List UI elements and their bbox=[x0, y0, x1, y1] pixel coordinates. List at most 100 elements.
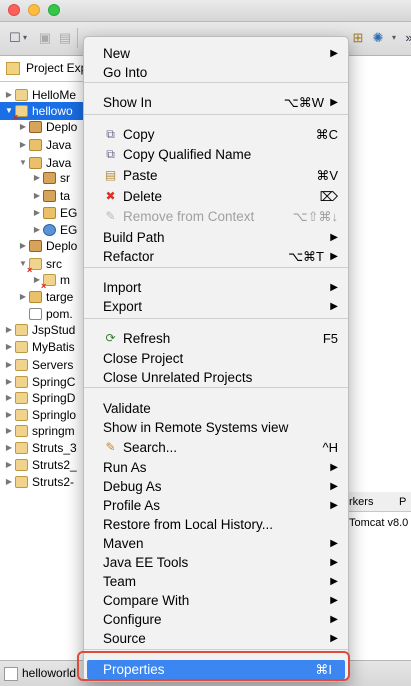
menu-item-show-in-remote-systems-view[interactable]: Show in Remote Systems view bbox=[84, 418, 348, 437]
minimize-window-button[interactable] bbox=[28, 4, 40, 16]
collapse-arrow-icon[interactable]: ▶ bbox=[32, 169, 42, 187]
menu-separator bbox=[84, 387, 348, 388]
zoom-window-button[interactable] bbox=[48, 4, 60, 16]
overflow-icon[interactable]: » bbox=[400, 30, 411, 46]
menu-item-delete[interactable]: ✖ Delete ⌦ bbox=[84, 187, 348, 206]
menu-item-build-path[interactable]: Build Path ▶ bbox=[84, 228, 348, 247]
menu-item-remove-from-context[interactable]: ✎ Remove from Context ⌥⇧⌘↓ bbox=[84, 207, 348, 226]
collapse-arrow-icon[interactable]: ▶ bbox=[4, 389, 14, 407]
deployment-icon bbox=[29, 121, 42, 133]
menu-item-label: Java EE Tools bbox=[103, 555, 189, 570]
tree-item[interactable]: ▶ Struts2- bbox=[0, 473, 84, 491]
tree-item[interactable]: ▶ MyBatis bbox=[0, 338, 84, 356]
tree-item[interactable]: ▶m bbox=[0, 271, 84, 289]
project-icon bbox=[15, 392, 28, 404]
tree-item[interactable]: ▶ ta bbox=[0, 187, 84, 205]
save-all-icon[interactable]: ▤ bbox=[56, 30, 74, 46]
menu-item-label: Go Into bbox=[103, 65, 148, 80]
project-icon bbox=[15, 341, 28, 353]
collapse-arrow-icon[interactable]: ▶ bbox=[4, 473, 14, 491]
menu-item-close-unrelated-projects[interactable]: Close Unrelated Projects bbox=[84, 368, 348, 387]
menu-item-profile-as[interactable]: Profile As ▶ bbox=[84, 496, 348, 515]
menu-item-refactor[interactable]: Refactor ⌥⌘T ▶ bbox=[84, 247, 348, 266]
project-icon bbox=[15, 476, 28, 488]
menu-item-label: Remove from Context bbox=[123, 209, 255, 224]
browser-dropdown-icon[interactable]: ▾ bbox=[389, 30, 399, 46]
menu-item-validate[interactable]: Validate bbox=[84, 399, 348, 418]
menu-item-label: Validate bbox=[103, 401, 151, 416]
menu-item-copy[interactable]: ⧉ Copy ⌘C bbox=[84, 125, 348, 144]
collapse-arrow-icon[interactable]: ▶ bbox=[4, 356, 14, 374]
menu-item-paste[interactable]: ▤ Paste ⌘V bbox=[84, 166, 348, 185]
tree-item-label: springm bbox=[32, 424, 75, 438]
new-dropdown-icon[interactable]: ▾ bbox=[20, 30, 30, 46]
tree-item-label: targe bbox=[46, 290, 74, 304]
menu-item-team[interactable]: Team ▶ bbox=[84, 572, 348, 591]
tree-item[interactable]: ▶ SpringD bbox=[0, 389, 84, 407]
collapse-arrow-icon[interactable]: ▶ bbox=[4, 422, 14, 440]
tree-item[interactable]: ▶ Struts2_ bbox=[0, 456, 84, 474]
tree-item[interactable]: ▶ Deplo bbox=[0, 237, 84, 255]
tree-item[interactable]: ▶ targe bbox=[0, 288, 84, 306]
collapse-arrow-icon[interactable]: ▶ bbox=[18, 288, 28, 306]
menu-item-run-as[interactable]: Run As ▶ bbox=[84, 458, 348, 477]
project-explorer-tab[interactable]: Project Exp bbox=[0, 56, 92, 82]
menu-item-compare-with[interactable]: Compare With ▶ bbox=[84, 591, 348, 610]
tree-item[interactable]: ▶ Deplo bbox=[0, 118, 84, 136]
menu-item-search[interactable]: ✎ Search... ^H bbox=[84, 438, 348, 457]
menu-item-refresh[interactable]: ⟳ Refresh F5 bbox=[84, 329, 348, 348]
collapse-arrow-icon[interactable]: ▶ bbox=[18, 118, 28, 136]
package-icon bbox=[43, 172, 56, 184]
tree-item-label: Java bbox=[46, 138, 72, 152]
tree-item-label: SpringD bbox=[32, 391, 76, 405]
collapse-arrow-icon[interactable]: ▶ bbox=[4, 338, 14, 356]
collapse-arrow-icon[interactable]: ▶ bbox=[32, 187, 42, 205]
collapse-arrow-icon[interactable]: ▶ bbox=[18, 136, 28, 154]
delete-icon: ✖ bbox=[105, 189, 116, 203]
copy-icon: ⧉ bbox=[106, 127, 115, 141]
annotation-highlight-frame bbox=[77, 651, 350, 681]
menu-item-debug-as[interactable]: Debug As ▶ bbox=[84, 477, 348, 496]
menu-item-go-into[interactable]: Go Into bbox=[84, 63, 348, 82]
collapse-arrow-icon[interactable]: ▶ bbox=[18, 237, 28, 255]
tree-item[interactable]: ▶ EG bbox=[0, 204, 84, 222]
menu-item-source[interactable]: Source ▶ bbox=[84, 629, 348, 648]
tree-item[interactable]: ▶ JspStud bbox=[0, 321, 84, 339]
menu-separator bbox=[84, 82, 348, 83]
menu-item-restore-from-local-history[interactable]: Restore from Local History... bbox=[84, 515, 348, 534]
menu-item-show-in[interactable]: Show In ⌥⌘W ▶ bbox=[84, 93, 348, 112]
menu-item-new[interactable]: New ▶ bbox=[84, 44, 348, 63]
close-window-button[interactable] bbox=[8, 4, 20, 16]
tab-p[interactable]: P bbox=[399, 492, 406, 512]
open-perspective-icon[interactable]: ⊞ bbox=[349, 30, 367, 46]
tree-item[interactable]: ▶ Struts_3 bbox=[0, 439, 84, 457]
menu-item-export[interactable]: Export ▶ bbox=[84, 297, 348, 316]
collapse-arrow-icon[interactable]: ▶ bbox=[4, 439, 14, 457]
menu-item-configure[interactable]: Configure ▶ bbox=[84, 610, 348, 629]
tree-item[interactable]: ▶ sr bbox=[0, 169, 84, 187]
submenu-arrow-icon: ▶ bbox=[330, 97, 338, 108]
menu-item-import[interactable]: Import ▶ bbox=[84, 278, 348, 297]
project-explorer-tab-label: Project Exp bbox=[26, 61, 88, 75]
tree-item[interactable]: ▶ springm bbox=[0, 422, 84, 440]
web-browser-icon[interactable]: ✺ bbox=[369, 30, 387, 46]
menu-separator bbox=[84, 318, 348, 319]
submenu-arrow-icon: ▶ bbox=[330, 251, 338, 262]
menu-separator bbox=[84, 267, 348, 268]
save-icon[interactable]: ▣ bbox=[36, 30, 54, 46]
menu-item-close-project[interactable]: Close Project bbox=[84, 349, 348, 368]
tree-item[interactable]: ▶ Servers bbox=[0, 356, 84, 374]
tree-item-label: MyBatis bbox=[32, 340, 75, 354]
collapse-arrow-icon[interactable]: ▶ bbox=[32, 204, 42, 222]
menu-item-label: Show in Remote Systems view bbox=[103, 420, 289, 435]
tree-item[interactable]: ▶ Java bbox=[0, 136, 84, 154]
menu-item-maven[interactable]: Maven ▶ bbox=[84, 534, 348, 553]
menu-item-copy-qualified-name[interactable]: ⧉ Copy Qualified Name bbox=[84, 145, 348, 164]
collapse-arrow-icon[interactable]: ▶ bbox=[4, 321, 14, 339]
server-entry[interactable]: Tomcat v8.0 bbox=[349, 514, 411, 532]
menu-item-java-ee-tools[interactable]: Java EE Tools ▶ bbox=[84, 553, 348, 572]
menu-item-label: Refresh bbox=[123, 331, 171, 346]
submenu-arrow-icon: ▶ bbox=[330, 595, 338, 606]
collapse-arrow-icon[interactable]: ▶ bbox=[4, 456, 14, 474]
markers-tab[interactable]: rkers bbox=[349, 492, 373, 512]
